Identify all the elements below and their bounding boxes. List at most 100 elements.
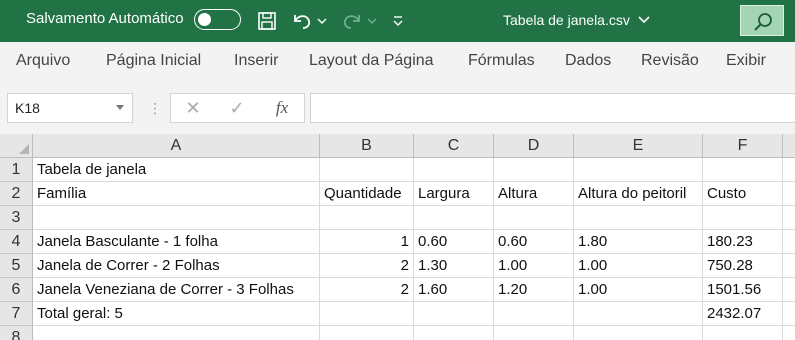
cell-b6[interactable]: 2: [320, 278, 414, 302]
cell-e7[interactable]: [574, 302, 703, 326]
cell-c8[interactable]: [414, 326, 494, 340]
cell-a1[interactable]: Tabela de janela: [33, 158, 320, 182]
menu-inserir[interactable]: Inserir: [234, 52, 278, 70]
cell-e1[interactable]: [574, 158, 703, 182]
cell-f2[interactable]: Custo: [703, 182, 783, 206]
cell-b4[interactable]: 1: [320, 230, 414, 254]
cell-c6[interactable]: 1.60: [414, 278, 494, 302]
cell-f8[interactable]: [703, 326, 783, 340]
cell-g4[interactable]: [783, 230, 795, 254]
undo-icon[interactable]: [290, 9, 314, 33]
insert-function-icon[interactable]: fx: [271, 94, 293, 122]
cell-c3[interactable]: [414, 206, 494, 230]
menu-pagina-inicial[interactable]: Página Inicial: [106, 52, 201, 70]
row-header-8[interactable]: 8: [0, 326, 33, 340]
cell-f7[interactable]: 2432.07: [703, 302, 783, 326]
formula-bar: K18 ⋮ ✕ ✓ fx: [0, 82, 795, 134]
cell-c7[interactable]: [414, 302, 494, 326]
row-header-5[interactable]: 5: [0, 254, 33, 278]
name-box-dropdown-icon[interactable]: [116, 105, 124, 110]
row-header-4[interactable]: 4: [0, 230, 33, 254]
menu-exibir[interactable]: Exibir: [726, 52, 766, 70]
cell-f4[interactable]: 180.23: [703, 230, 783, 254]
cell-c4[interactable]: 0.60: [414, 230, 494, 254]
cell-a6[interactable]: Janela Veneziana de Correr - 3 Folhas: [33, 278, 320, 302]
confirm-icon[interactable]: ✓: [227, 94, 247, 122]
cell-b3[interactable]: [320, 206, 414, 230]
customize-toolbar-icon[interactable]: [390, 9, 406, 33]
autosave-toggle[interactable]: [194, 9, 241, 30]
cell-f6[interactable]: 1501.56: [703, 278, 783, 302]
cell-a2[interactable]: Família: [33, 182, 320, 206]
undo-dropdown-icon[interactable]: [316, 9, 328, 33]
cell-b2[interactable]: Quantidade: [320, 182, 414, 206]
cell-g6[interactable]: [783, 278, 795, 302]
chevron-down-icon[interactable]: [637, 13, 651, 31]
cell-a7[interactable]: Total geral: 5: [33, 302, 320, 326]
cell-g3[interactable]: [783, 206, 795, 230]
cell-b7[interactable]: [320, 302, 414, 326]
cell-a3[interactable]: [33, 206, 320, 230]
row-header-2[interactable]: 2: [0, 182, 33, 206]
cell-f1[interactable]: [703, 158, 783, 182]
cell-c1[interactable]: [414, 158, 494, 182]
cell-d8[interactable]: [494, 326, 574, 340]
cell-a8[interactable]: [33, 326, 320, 340]
column-header-b[interactable]: B: [320, 134, 414, 158]
cell-d5[interactable]: 1.00: [494, 254, 574, 278]
cell-f3[interactable]: [703, 206, 783, 230]
menu-arquivo[interactable]: Arquivo: [16, 52, 70, 70]
cell-e6[interactable]: 1.00: [574, 278, 703, 302]
cell-d1[interactable]: [494, 158, 574, 182]
cell-e2[interactable]: Altura do peitoril: [574, 182, 703, 206]
toggle-knob: [198, 12, 211, 26]
cell-b8[interactable]: [320, 326, 414, 340]
cell-d7[interactable]: [494, 302, 574, 326]
menu-formulas[interactable]: Fórmulas: [468, 52, 535, 70]
redo-icon[interactable]: [340, 9, 364, 33]
cell-g8[interactable]: [783, 326, 795, 340]
cell-f5[interactable]: 750.28: [703, 254, 783, 278]
document-title[interactable]: Tabela de janela.csv: [503, 12, 630, 28]
cell-g7[interactable]: [783, 302, 795, 326]
cell-d3[interactable]: [494, 206, 574, 230]
cell-e4[interactable]: 1.80: [574, 230, 703, 254]
cell-b1[interactable]: [320, 158, 414, 182]
redo-dropdown-icon[interactable]: [366, 9, 378, 33]
cell-g2[interactable]: [783, 182, 795, 206]
menu-dados[interactable]: Dados: [565, 52, 611, 70]
cell-a4[interactable]: Janela Basculante - 1 folha: [33, 230, 320, 254]
column-header-c[interactable]: C: [414, 134, 494, 158]
cell-e8[interactable]: [574, 326, 703, 340]
column-header-e[interactable]: E: [574, 134, 703, 158]
menu-revisao[interactable]: Revisão: [641, 52, 699, 70]
save-icon[interactable]: [256, 9, 278, 33]
select-all-triangle: [19, 144, 29, 154]
row-header-3[interactable]: 3: [0, 206, 33, 230]
cell-g1[interactable]: [783, 158, 795, 182]
cell-d4[interactable]: 0.60: [494, 230, 574, 254]
name-box[interactable]: K18: [7, 93, 133, 123]
menu-layout-da-pagina[interactable]: Layout da Página: [309, 52, 434, 70]
cell-a5[interactable]: Janela de Correr - 2 Folhas: [33, 254, 320, 278]
cell-c2[interactable]: Largura: [414, 182, 494, 206]
cell-g5[interactable]: [783, 254, 795, 278]
cell-e3[interactable]: [574, 206, 703, 230]
cancel-icon[interactable]: ✕: [183, 94, 203, 122]
formula-input[interactable]: [310, 93, 795, 123]
row-header-1[interactable]: 1: [0, 158, 33, 182]
autosave-label: Salvamento Automático: [26, 10, 184, 27]
cell-e5[interactable]: 1.00: [574, 254, 703, 278]
column-header-g[interactable]: [783, 134, 795, 158]
column-header-a[interactable]: A: [33, 134, 320, 158]
row-header-6[interactable]: 6: [0, 278, 33, 302]
column-header-d[interactable]: D: [494, 134, 574, 158]
column-header-f[interactable]: F: [703, 134, 783, 158]
select-all-button[interactable]: [0, 134, 33, 158]
search-button[interactable]: [740, 5, 784, 36]
cell-d6[interactable]: 1.20: [494, 278, 574, 302]
cell-d2[interactable]: Altura: [494, 182, 574, 206]
cell-b5[interactable]: 2: [320, 254, 414, 278]
cell-c5[interactable]: 1.30: [414, 254, 494, 278]
row-header-7[interactable]: 7: [0, 302, 33, 326]
